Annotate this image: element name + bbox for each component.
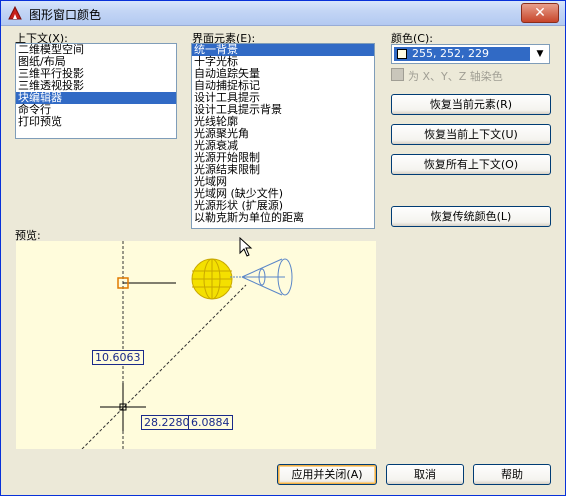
close-button[interactable]: ✕: [521, 3, 559, 23]
element-list-item[interactable]: 以勒克斯为单位的距离: [192, 212, 374, 224]
context-list-item[interactable]: 打印预览: [16, 116, 176, 128]
spotlight-icon: [230, 258, 293, 296]
color-dropdown-value: 255, 252, 229: [394, 47, 530, 61]
cancel-button[interactable]: 取消: [386, 464, 464, 485]
restore-current-element-button[interactable]: 恢复当前元素(R): [391, 94, 551, 115]
coord-x-readout: 28.2280: [141, 415, 193, 430]
window-title: 图形窗口颜色: [29, 8, 102, 22]
light-globe-icon: [191, 258, 233, 300]
mouse-pointer-icon: [239, 237, 253, 257]
apply-and-close-button[interactable]: 应用并关闭(A): [277, 464, 377, 485]
color-dropdown[interactable]: 255, 252, 229 ▼: [391, 44, 550, 64]
tint-axis-checkbox[interactable]: [391, 68, 404, 81]
autocad-app-icon: [8, 5, 22, 20]
context-listbox[interactable]: 二维模型空间 图纸/布局 三维平行投影 三维透视投影 块编辑器 命令行 打印预览: [15, 43, 177, 139]
dialog-window: 图形窗口颜色 ✕ 上下文(X): 二维模型空间 图纸/布局 三维平行投影 三维透视投影…: [0, 0, 566, 496]
restore-classic-colors-button[interactable]: 恢复传统颜色(L): [391, 206, 551, 227]
interface-element-listbox[interactable]: 统一背景 十字光标 自动追踪矢量 自动捕捉标记 设计工具提示 设计工具提示背景 光线轮廓 光源…: [191, 43, 375, 229]
preview-area: 10.6063 28.2280 6.0884: [16, 241, 376, 449]
coord-y-readout: 6.0884: [188, 415, 233, 430]
help-button[interactable]: 帮助: [473, 464, 551, 485]
dimension-readout: 10.6063: [92, 350, 144, 365]
color-value-text: 255, 252, 229: [412, 47, 489, 60]
restore-current-context-button[interactable]: 恢复当前上下文(U): [391, 124, 551, 145]
title-bar[interactable]: 图形窗口颜色 ✕: [1, 1, 565, 26]
tint-axis-label: 为 X、Y、Z 轴染色: [408, 70, 503, 83]
chevron-down-icon[interactable]: ▼: [532, 46, 548, 62]
color-swatch: [397, 49, 407, 59]
restore-all-contexts-button[interactable]: 恢复所有上下文(O): [391, 154, 551, 175]
